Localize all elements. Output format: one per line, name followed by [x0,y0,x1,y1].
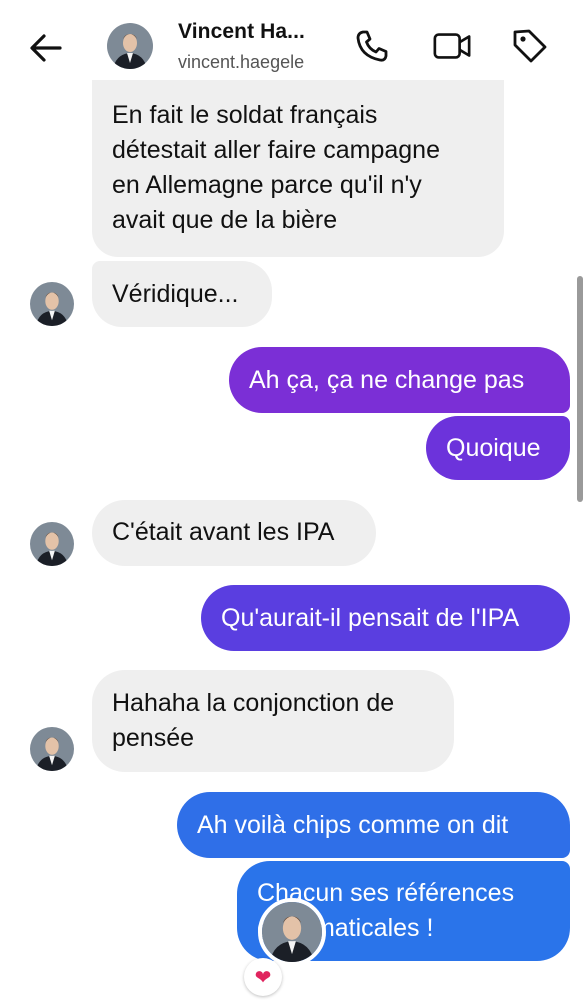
video-call-button[interactable] [432,26,472,66]
contact-avatar[interactable] [107,23,153,69]
sender-avatar[interactable] [30,282,74,326]
sender-avatar[interactable] [30,727,74,771]
message-outgoing[interactable]: Ah ça, ça ne change pas [229,347,570,413]
reaction-badge[interactable]: ❤ [244,958,282,996]
arrow-left-icon [30,34,62,62]
seen-by-avatar [258,898,326,966]
chat-header: Vincent Ha... vincent.haegele [0,0,583,90]
message-incoming[interactable]: En fait le soldat français détestait all… [92,80,504,257]
message-incoming[interactable]: Hahaha la conjonction de pensée [92,670,454,772]
message-incoming[interactable]: Véridique... [92,261,272,327]
message-outgoing[interactable]: Ah voilà chips comme on dit [177,792,570,858]
message-outgoing[interactable]: Qu'aurait-il pensait de l'IPA [201,585,570,651]
contact-name[interactable]: Vincent Ha... [178,20,305,44]
contact-username: vincent.haegele [178,52,305,72]
tag-button[interactable] [510,26,550,66]
message-incoming[interactable]: C'était avant les IPA [92,500,376,566]
tag-icon [513,29,547,63]
scrollbar[interactable] [577,276,583,502]
message-outgoing[interactable]: Quoique [426,416,570,480]
call-button[interactable] [352,26,392,66]
video-camera-icon [433,33,471,59]
heart-icon: ❤ [254,966,272,989]
back-button[interactable] [26,28,66,68]
phone-icon [356,30,388,62]
sender-avatar[interactable] [30,522,74,566]
